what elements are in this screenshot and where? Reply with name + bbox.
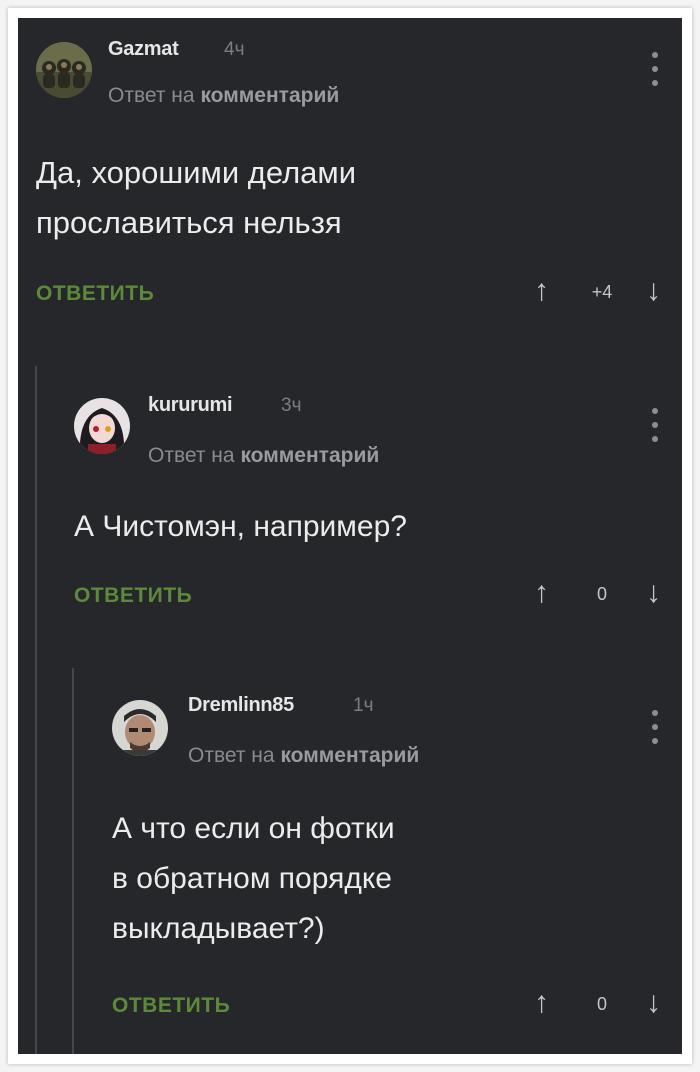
upvote-icon[interactable]: ↑	[534, 578, 549, 608]
username[interactable]: Dremlinn85	[188, 694, 294, 717]
reply-to-prefix: Ответ на	[188, 744, 275, 767]
comment-text: А что если он фотки в обратном порядке в…	[112, 812, 395, 945]
more-options-icon[interactable]	[651, 408, 659, 442]
reply-to-prefix: Ответ на	[108, 84, 195, 107]
username[interactable]: Gazmat	[108, 38, 179, 61]
thread-line-level-2	[72, 668, 74, 1054]
anime-girl-avatar-icon	[74, 398, 130, 454]
reply-to-link[interactable]: комментарий	[280, 744, 419, 767]
comment-text: Да, хорошими делами прославиться нельзя	[36, 155, 357, 240]
reply-to-line: Ответ на комментарий	[188, 744, 419, 768]
comment-thread: Gazmat 4ч Ответ на комментарий Да, хорош…	[18, 18, 682, 1054]
upvote-icon[interactable]: ↑	[534, 276, 549, 306]
downvote-icon[interactable]: ↓	[646, 578, 661, 608]
vote-widget: ↑ 0 ↓	[534, 578, 680, 614]
vote-widget: ↑ 0 ↓	[534, 988, 680, 1024]
three-monkeys-avatar-icon	[36, 42, 92, 98]
upvote-icon[interactable]: ↑	[534, 988, 549, 1018]
downvote-icon[interactable]: ↓	[646, 988, 661, 1018]
vote-widget: ↑ +4 ↓	[534, 276, 680, 312]
vote-score: 0	[596, 584, 607, 604]
more-options-icon[interactable]	[651, 52, 659, 86]
vote-score: 0	[596, 994, 607, 1014]
reply-to-line: Ответ на комментарий	[148, 444, 379, 468]
reply-button[interactable]: ОТВЕТИТЬ	[74, 584, 192, 608]
thread-line-level-1	[35, 366, 37, 1054]
timestamp: 4ч	[224, 39, 245, 60]
avatar[interactable]	[112, 700, 168, 756]
username[interactable]: kururumi	[148, 394, 233, 417]
downvote-icon[interactable]: ↓	[646, 276, 661, 306]
avatar[interactable]	[36, 42, 92, 98]
avatar[interactable]	[74, 398, 130, 454]
reply-to-line: Ответ на комментарий	[108, 84, 339, 108]
reply-to-link[interactable]: комментарий	[200, 84, 339, 107]
timestamp: 1ч	[353, 695, 374, 716]
reply-to-link[interactable]: комментарий	[240, 444, 379, 467]
timestamp: 3ч	[281, 395, 302, 416]
man-photo-avatar-icon	[112, 700, 168, 756]
comment-text: А Чистомэн, например?	[74, 510, 407, 543]
vote-score: +4	[591, 282, 613, 302]
more-options-icon[interactable]	[651, 710, 659, 744]
reply-button[interactable]: ОТВЕТИТЬ	[112, 994, 230, 1018]
reply-to-prefix: Ответ на	[148, 444, 235, 467]
reply-button[interactable]: ОТВЕТИТЬ	[36, 282, 154, 306]
